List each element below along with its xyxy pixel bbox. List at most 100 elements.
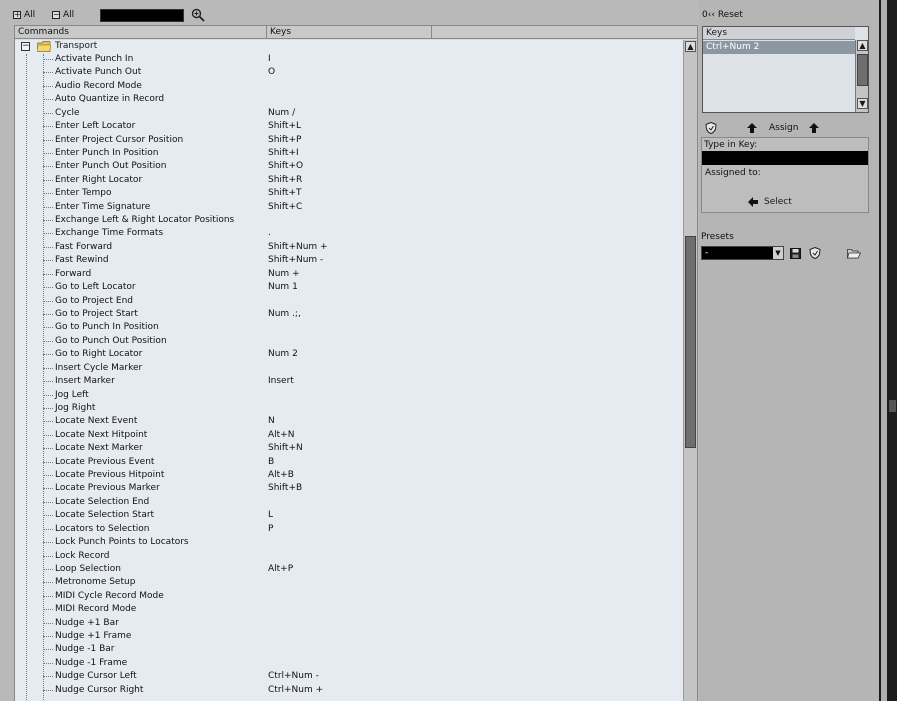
- search-input[interactable]: [100, 9, 184, 22]
- scrollbar-thumb[interactable]: [685, 236, 696, 448]
- command-row[interactable]: MIDI Cycle Record Mode: [15, 590, 683, 603]
- remove-key-icon[interactable]: [705, 122, 717, 134]
- command-row[interactable]: Nudge -1 Bar: [15, 643, 683, 656]
- command-row[interactable]: Jog Left: [15, 389, 683, 402]
- arrow-left-icon: [748, 197, 758, 207]
- command-key: Shift+N: [268, 443, 303, 454]
- command-row[interactable]: Lock Punch Points to Locators: [15, 536, 683, 549]
- arrow-up-icon[interactable]: [809, 123, 819, 133]
- command-row[interactable]: Enter Punch In Position Shift+I: [15, 147, 683, 160]
- tree-branch-line: [43, 367, 53, 369]
- command-row[interactable]: MIDI Record Mode: [15, 603, 683, 616]
- column-header-keys[interactable]: Keys: [267, 26, 432, 39]
- type-in-key-input[interactable]: [702, 151, 868, 165]
- column-header-commands[interactable]: Commands: [15, 26, 267, 39]
- command-row[interactable]: Activate Punch In I: [15, 53, 683, 66]
- command-key: Shift+Num -: [268, 255, 324, 266]
- command-row[interactable]: Fast Rewind Shift+Num -: [15, 254, 683, 267]
- assign-button[interactable]: Assign: [769, 123, 798, 133]
- save-icon[interactable]: [790, 248, 801, 259]
- command-row[interactable]: Enter Right Locator Shift+R: [15, 174, 683, 187]
- command-row[interactable]: Locate Next Event N: [15, 415, 683, 428]
- command-row[interactable]: Lock Record: [15, 550, 683, 563]
- reset-button[interactable]: 0‹‹ Reset: [702, 10, 743, 20]
- command-row[interactable]: Enter Project Cursor Position Shift+P: [15, 134, 683, 147]
- command-row[interactable]: Nudge +1 Frame: [15, 630, 683, 643]
- command-name: Metronome Setup: [55, 577, 136, 588]
- command-row[interactable]: Locate Previous Event B: [15, 456, 683, 469]
- expand-all-button[interactable]: + All: [13, 9, 35, 21]
- command-row[interactable]: Nudge +1 Bar: [15, 617, 683, 630]
- command-row[interactable]: Fast Forward Shift+Num +: [15, 241, 683, 254]
- collapse-all-button[interactable]: − All: [52, 9, 74, 21]
- command-name: Nudge +1 Frame: [55, 631, 132, 642]
- command-row[interactable]: Locate Next Hitpoint Alt+N: [15, 429, 683, 442]
- command-row[interactable]: Enter Tempo Shift+T: [15, 187, 683, 200]
- command-name: MIDI Record Mode: [55, 604, 137, 615]
- assigned-key-item[interactable]: Ctrl+Num 2: [703, 41, 855, 54]
- command-row[interactable]: Nudge -1 Frame: [15, 657, 683, 670]
- collapse-toggle-icon[interactable]: −: [21, 42, 30, 51]
- command-row[interactable]: Nudge Cursor Right Ctrl+Num +: [15, 684, 683, 697]
- magnifier-icon[interactable]: [191, 8, 205, 22]
- command-row[interactable]: Insert Cycle Marker: [15, 362, 683, 375]
- command-row[interactable]: Go to Project Start Num .;,: [15, 308, 683, 321]
- tree-branch-line: [43, 475, 53, 477]
- tree-branch-line: [43, 313, 53, 315]
- type-in-key-label: Type in Key:: [704, 140, 758, 150]
- tree-branch-line: [43, 287, 53, 289]
- presets-dropdown[interactable]: - ▼: [701, 246, 784, 260]
- window-edge: [879, 0, 897, 701]
- command-row[interactable]: Activate Punch Out O: [15, 66, 683, 79]
- command-name: Locate Previous Event: [55, 456, 155, 467]
- command-name: Enter Project Cursor Position: [55, 134, 184, 145]
- command-row[interactable]: Jog Right: [15, 402, 683, 415]
- command-row[interactable]: Go to Punch Out Position: [15, 335, 683, 348]
- expand-icon: +: [13, 10, 21, 19]
- commands-tree: − Transport Activate Punch In I Activate P…: [15, 40, 683, 701]
- command-name: Audio Record Mode: [55, 80, 142, 91]
- command-row[interactable]: Auto Quantize in Record: [15, 93, 683, 106]
- command-row[interactable]: Metronome Setup: [15, 576, 683, 589]
- tree-branch-line: [43, 193, 53, 195]
- command-row[interactable]: Go to Project End: [15, 295, 683, 308]
- command-row[interactable]: Locate Selection End: [15, 496, 683, 509]
- command-row[interactable]: Exchange Time Formats.: [15, 227, 683, 240]
- command-row[interactable]: Audio Record Mode: [15, 80, 683, 93]
- command-row[interactable]: Exchange Left & Right Locator Positions: [15, 214, 683, 227]
- resize-handle[interactable]: [889, 400, 896, 412]
- command-row[interactable]: Locators to Selection P: [15, 523, 683, 536]
- scroll-up-icon[interactable]: ▲: [685, 41, 696, 52]
- command-row[interactable]: Enter Punch Out Position Shift+O: [15, 160, 683, 173]
- command-row[interactable]: Locate Previous Hitpoint Alt+B: [15, 469, 683, 482]
- command-row[interactable]: Cycle Num /: [15, 107, 683, 120]
- command-row[interactable]: Enter Time Signature Shift+C: [15, 201, 683, 214]
- select-button[interactable]: Select: [748, 197, 792, 207]
- command-name: Jog Right: [55, 402, 96, 413]
- arrow-up-icon[interactable]: [747, 123, 757, 133]
- command-row[interactable]: Loop Selection Alt+P: [15, 563, 683, 576]
- command-row[interactable]: Locate Previous Marker Shift+B: [15, 482, 683, 495]
- command-row[interactable]: Go to Punch In Position: [15, 321, 683, 334]
- delete-preset-icon[interactable]: [809, 247, 821, 259]
- vertical-scrollbar[interactable]: ▲: [683, 40, 697, 701]
- command-row[interactable]: Nudge Cursor Left Ctrl+Num -: [15, 670, 683, 683]
- command-row[interactable]: Go to Right Locator Num 2: [15, 348, 683, 361]
- command-row[interactable]: Insert Marker Insert: [15, 375, 683, 388]
- command-row[interactable]: Enter Left Locator Shift+L: [15, 120, 683, 133]
- tree-branch-line: [43, 662, 53, 664]
- keys-list-scrollbar[interactable]: ▲ ▼: [855, 40, 868, 112]
- scrollbar-thumb[interactable]: [857, 54, 868, 86]
- scroll-down-icon[interactable]: ▼: [857, 98, 868, 109]
- tree-branch-line: [43, 206, 53, 208]
- command-row[interactable]: Locate Next Marker Shift+N: [15, 442, 683, 455]
- tree-branch-line: [43, 85, 53, 87]
- command-key: Num 2: [268, 349, 298, 360]
- scroll-up-icon[interactable]: ▲: [857, 40, 868, 51]
- tree-folder-transport[interactable]: − Transport: [15, 40, 683, 53]
- command-row[interactable]: Forward Num +: [15, 268, 683, 281]
- open-folder-icon[interactable]: [847, 248, 861, 259]
- command-key: Shift+T: [268, 188, 302, 199]
- command-row[interactable]: Locate Selection Start L: [15, 509, 683, 522]
- command-row[interactable]: Go to Left Locator Num 1: [15, 281, 683, 294]
